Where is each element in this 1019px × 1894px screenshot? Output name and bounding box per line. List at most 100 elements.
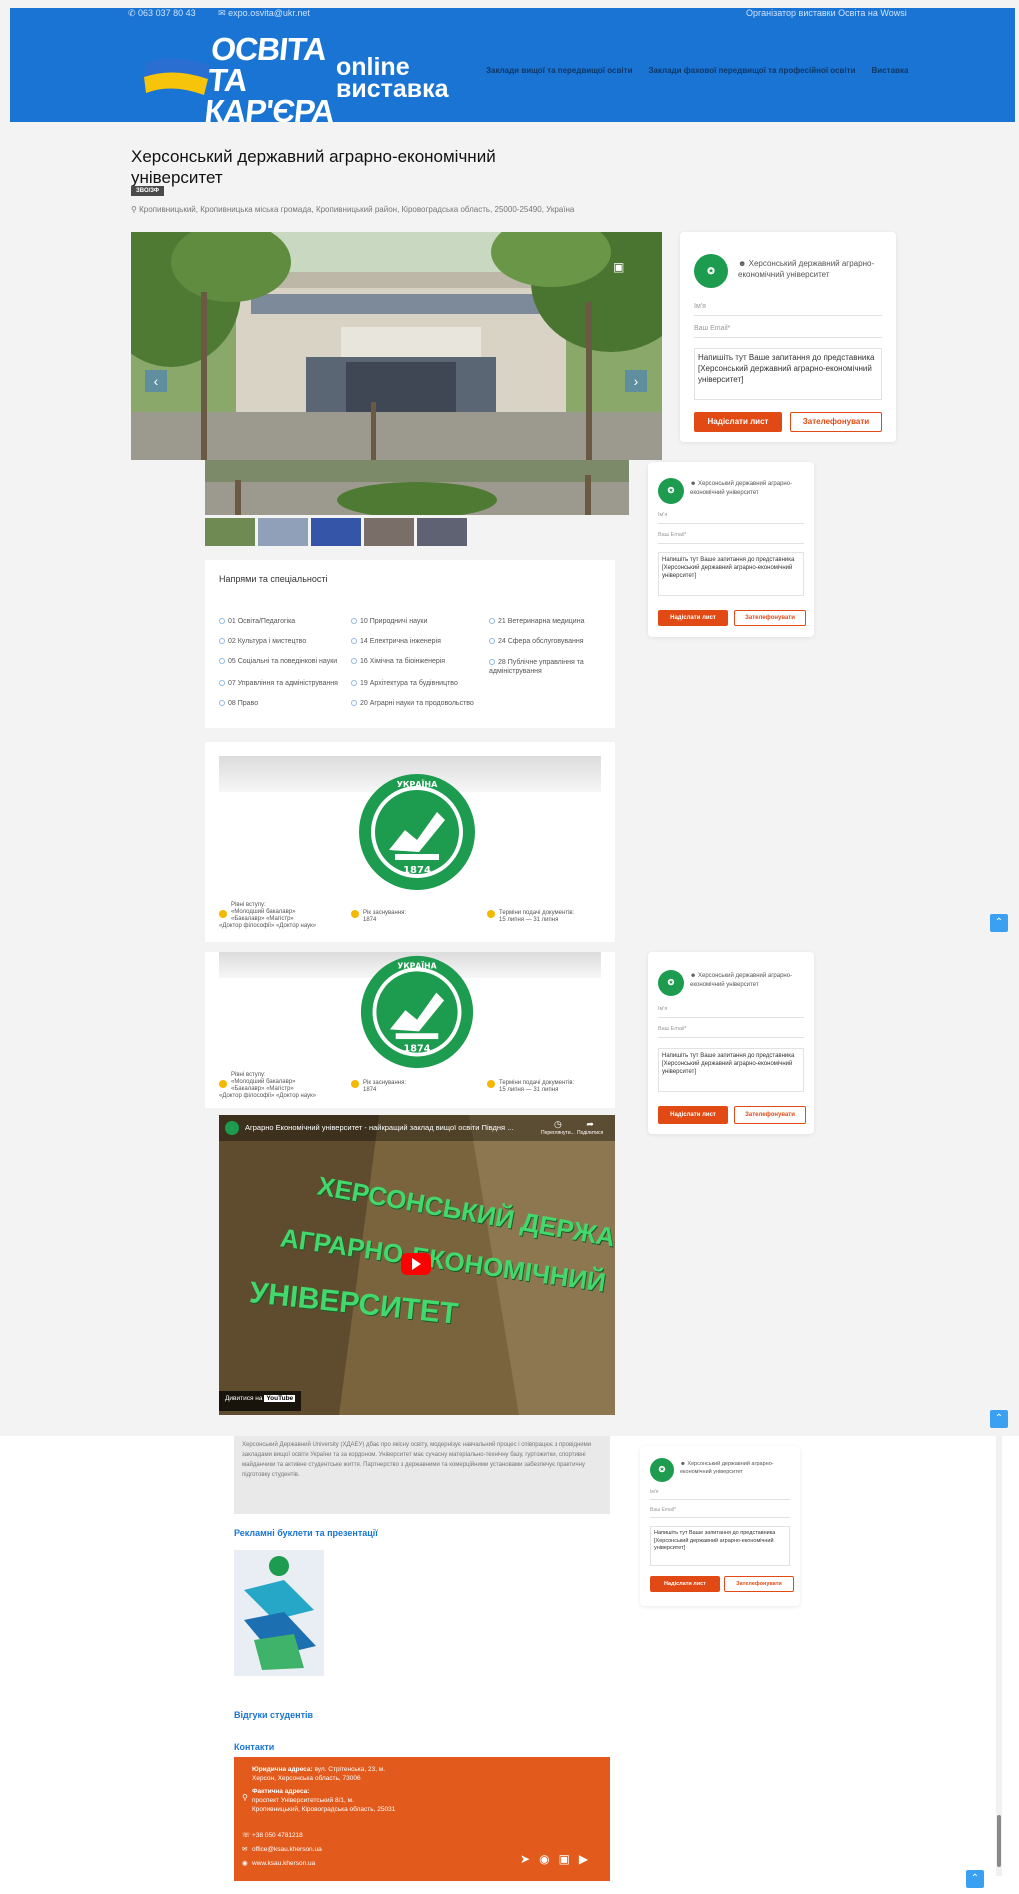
name-input[interactable]: Ім'я xyxy=(658,508,804,524)
thumbnail[interactable] xyxy=(205,518,255,546)
email-input[interactable]: Ваш Email* xyxy=(658,528,804,544)
scroll-top-button[interactable]: ⌃ xyxy=(966,1870,984,1888)
university-logo: ✪ xyxy=(694,254,728,288)
email-input[interactable]: Ваш Email* xyxy=(694,320,882,338)
specialties-card: Напрями та спеціальності 01 Освіта/Педаг… xyxy=(205,560,615,728)
call-button[interactable]: Зателефонувати xyxy=(790,412,882,432)
specialty-item[interactable]: 19 Архітектура та будівництво xyxy=(351,680,458,687)
category-badge: ЗВО/ЗФ xyxy=(131,186,165,196)
send-button[interactable]: Надіслати лист xyxy=(658,610,728,626)
organizer-link[interactable]: Освіта на Wowsi xyxy=(838,8,907,18)
specialty-item[interactable]: 02 Культура і мистецтво xyxy=(219,638,306,645)
contact-form-card: ✪ ☻ Херсонський державний аграрно-економ… xyxy=(680,232,896,442)
specialty-item[interactable]: 16 Хімічна та біоінженерія xyxy=(351,658,445,665)
location-pin-icon: ⚲ xyxy=(242,1793,248,1802)
nav-item-higher-education[interactable]: Заклади вищої та передвищої освіти xyxy=(486,66,632,75)
email-input[interactable]: Ваш Email* xyxy=(650,1504,790,1518)
address-line: ⚲ Кропивницький, Кропивницька міська гро… xyxy=(131,205,575,214)
founded-year: Рік заснування: 1874 xyxy=(351,910,451,924)
gallery-main-photo[interactable]: ‹ › ▣ xyxy=(131,232,662,460)
name-input[interactable]: Ім'я xyxy=(694,298,882,316)
specialty-item[interactable]: 07 Управління та адміністрування xyxy=(219,680,338,687)
application-deadline: Терміни подачі документів: 15 липня — 31… xyxy=(487,1080,605,1094)
scrollbar-thumb[interactable] xyxy=(997,1815,1001,1867)
contact-email[interactable]: office@ksau.kherson.ua xyxy=(252,1845,322,1854)
study-levels: Рівні вступу: «Молодший бакалавр» «Бакал… xyxy=(219,902,317,929)
svg-text:УКРАЇНА: УКРАЇНА xyxy=(397,779,438,789)
message-textarea[interactable]: Напишіть тут Ваше запитання до представн… xyxy=(650,1526,790,1566)
email-link[interactable]: ✉ expo.osvita@ukr.net xyxy=(218,8,320,18)
representative-name: ☻ Херсонський державний аграрно-економіч… xyxy=(738,259,875,279)
reviews-heading: Відгуки студентів xyxy=(234,1710,314,1720)
phone-icon: ☏ xyxy=(242,1832,251,1839)
call-button[interactable]: Зателефонувати xyxy=(734,610,806,626)
name-input[interactable]: Ім'я xyxy=(658,1002,804,1018)
name-input[interactable]: Ім'я xyxy=(650,1486,790,1500)
gallery-next-arrow[interactable]: › xyxy=(625,370,647,392)
booklet-thumbnail[interactable] xyxy=(234,1550,324,1676)
specialty-item[interactable]: 21 Ветеринарна медицина xyxy=(489,618,584,625)
phone-link[interactable]: ✆ 063 037 80 43 xyxy=(128,8,206,18)
specialty-item[interactable]: 10 Природничі науки xyxy=(351,618,427,625)
call-button[interactable]: Зателефонувати xyxy=(724,1576,794,1592)
video-title[interactable]: Аграрно Економічний університет - найкра… xyxy=(245,1123,535,1132)
instagram-icon[interactable]: ▣ xyxy=(559,1853,570,1865)
thumbnail[interactable] xyxy=(417,518,467,546)
svg-text:1874: 1874 xyxy=(403,865,431,876)
logo-subtitle: online виставка xyxy=(336,53,449,103)
message-textarea[interactable]: Напишіть тут Ваше запитання до представн… xyxy=(658,552,804,596)
nav-item-exhibition[interactable]: Виставка xyxy=(872,66,909,75)
legal-address: Юридична адреса: вул. Стрітенська, 23, м… xyxy=(252,1766,386,1782)
university-logo: ✪ xyxy=(658,970,684,996)
thumbnail[interactable] xyxy=(258,518,308,546)
message-textarea[interactable]: Напишіть тут Ваше запитання до представн… xyxy=(694,348,882,400)
send-button[interactable]: Надіслати лист xyxy=(650,1576,720,1592)
flag-icon xyxy=(144,58,210,95)
telegram-icon[interactable]: ➤ xyxy=(520,1853,530,1865)
specialties-title: Напрями та спеціальності xyxy=(219,574,328,584)
application-deadline: Терміни подачі документів: 15 липня — 31… xyxy=(487,910,605,924)
organizer-info: Організатор виставки Освіта на Wowsi xyxy=(746,8,907,18)
specialty-item[interactable]: 05 Соціальні та поведінкові науки xyxy=(219,658,337,665)
facebook-icon[interactable]: ◉ xyxy=(539,1853,549,1865)
thumbnail-strip xyxy=(205,518,470,546)
thumbnail[interactable] xyxy=(364,518,414,546)
call-button[interactable]: Зателефонувати xyxy=(734,1106,806,1124)
channel-avatar[interactable] xyxy=(225,1121,239,1135)
watch-later-button[interactable]: ◷ Переглянути... xyxy=(541,1119,575,1136)
nav-item-vocational[interactable]: Заклади фахової передвищої та професійно… xyxy=(648,66,855,75)
specialty-item[interactable]: 08 Право xyxy=(219,700,258,707)
thumbnail[interactable] xyxy=(311,518,361,546)
specialty-item[interactable]: 14 Електрична інженерія xyxy=(351,638,441,645)
social-links: ➤ ◉ ▣ ▶ xyxy=(520,1853,588,1865)
youtube-video-embed[interactable]: Аграрно Економічний університет - найкра… xyxy=(219,1115,615,1415)
svg-text:УКРАЇНА: УКРАЇНА xyxy=(397,962,436,971)
contact-phone[interactable]: +38 050 4781218 xyxy=(252,1831,303,1840)
specialty-item[interactable]: 28 Публічне управління та адмініструванн… xyxy=(489,658,609,676)
specialty-item[interactable]: 24 Сфера обслуговування xyxy=(489,638,584,645)
scroll-top-button[interactable]: ⌃ xyxy=(990,914,1008,932)
play-button[interactable] xyxy=(401,1253,431,1275)
gallery-prev-arrow[interactable]: ‹ xyxy=(145,370,167,392)
logo-text[interactable]: ОСВІТА ТА КАР'ЄРА xyxy=(203,31,353,129)
contact-form-card: ✪ ☻ Херсонський державний аграрно-економ… xyxy=(648,952,814,1134)
camera-icon[interactable]: ▣ xyxy=(613,260,624,274)
youtube-icon[interactable]: ▶ xyxy=(579,1853,588,1865)
scrollbar-track[interactable] xyxy=(996,1436,1002,1876)
topbar-contacts: ✆ 063 037 80 43 ✉ expo.osvita@ukr.net xyxy=(128,8,330,19)
emblem-card: УКРАЇНА 1874 Рівні вступу: «Молодший бак… xyxy=(205,742,615,942)
email-input[interactable]: Ваш Email* xyxy=(658,1022,804,1038)
specialty-item[interactable]: 01 Освіта/Педагогіка xyxy=(219,618,295,625)
youtube-logo-icon: YouTube xyxy=(264,1395,296,1402)
globe-icon: ◉ xyxy=(242,1860,248,1867)
share-button[interactable]: ➦ Поділитися xyxy=(577,1119,603,1136)
watch-on-youtube-link[interactable]: Дивитися на YouTube xyxy=(219,1391,302,1411)
send-button[interactable]: Надіслати лист xyxy=(694,412,782,432)
university-emblem: УКРАЇНА 1874 xyxy=(359,774,475,890)
specialty-item[interactable]: 20 Аграрні науки та продовольство xyxy=(351,700,474,707)
message-textarea[interactable]: Напишіть тут Ваше запитання до представн… xyxy=(658,1048,804,1092)
send-button[interactable]: Надіслати лист xyxy=(658,1106,728,1124)
representative-name: ☻ Херсонський державний аграрно-економіч… xyxy=(690,973,793,988)
scroll-top-button[interactable]: ⌃ xyxy=(990,1410,1008,1428)
contact-website[interactable]: www.ksau.kherson.ua xyxy=(252,1859,315,1868)
